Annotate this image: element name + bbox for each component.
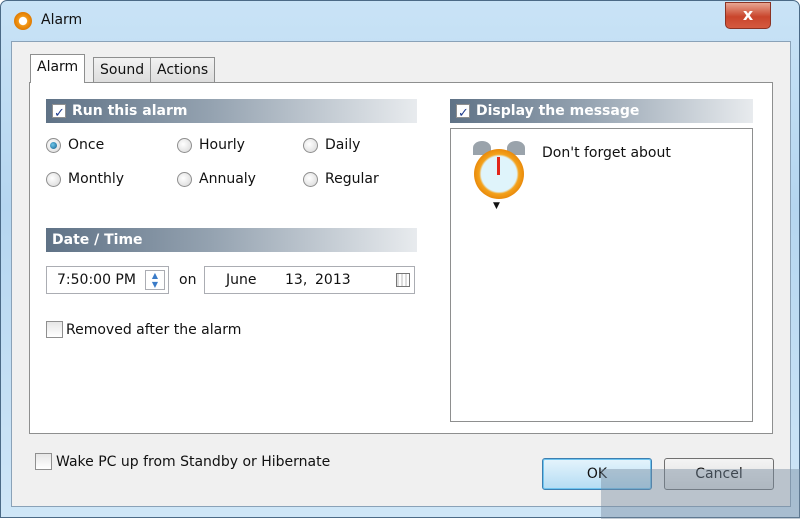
display-message-label: Display the message [476, 103, 640, 119]
time-input[interactable]: 7:50:00 PM ▲ ▼ [46, 266, 169, 294]
removed-label: Removed after the alarm [66, 321, 242, 338]
icon-dropdown-arrow[interactable]: ▼ [493, 201, 500, 211]
display-message-checkbox[interactable] [456, 102, 470, 126]
datetime-header: Date / Time [46, 228, 417, 252]
wake-pc-checkbox[interactable] [35, 453, 52, 470]
alarm-clock-icon[interactable] [471, 141, 527, 199]
watermark-logo [601, 469, 800, 519]
tab-alarm[interactable]: Alarm [30, 54, 86, 83]
message-box[interactable]: ▼ Don't forget about [450, 128, 753, 422]
run-alarm-label: Run this alarm [72, 103, 188, 119]
radio-indicator [177, 171, 192, 187]
radio-indicator [46, 171, 61, 187]
tab-sound[interactable]: Sound [93, 57, 152, 83]
display-message-header: Display the message [450, 99, 753, 126]
date-year: 2013 [315, 272, 351, 288]
radio-monthly[interactable]: Monthly [46, 171, 124, 187]
radio-label: Hourly [199, 137, 245, 153]
radio-daily[interactable]: Daily [303, 137, 360, 153]
calendar-icon[interactable] [396, 273, 410, 287]
wake-pc-option[interactable]: Wake PC up from Standby or Hibernate [35, 453, 330, 470]
radio-annualy[interactable]: Annualy [177, 171, 256, 187]
tab-actions[interactable]: Actions [150, 57, 216, 83]
removed-after-alarm[interactable]: Removed after the alarm [46, 321, 241, 338]
radio-indicator [303, 137, 318, 153]
radio-label: Once [68, 137, 105, 153]
date-picker[interactable]: June 13, 2013 [204, 266, 415, 294]
radio-label: Annualy [199, 171, 256, 187]
time-spinner[interactable]: ▲ ▼ [145, 270, 165, 290]
alarm-clock-icon [14, 12, 32, 30]
date-month: June [226, 272, 257, 288]
radio-indicator [177, 137, 192, 153]
radio-label: Regular [325, 171, 379, 187]
alarm-window: Alarm x Alarm Sound Actions Run this ala… [0, 0, 800, 519]
run-alarm-header: Run this alarm [46, 99, 417, 126]
run-alarm-checkbox[interactable] [52, 102, 66, 126]
radio-label: Monthly [68, 171, 125, 187]
close-button[interactable]: x [725, 2, 771, 29]
date-day: 13, [285, 272, 308, 288]
radio-hourly[interactable]: Hourly [177, 137, 245, 153]
removed-checkbox[interactable] [46, 321, 63, 338]
window-title: Alarm [41, 12, 83, 28]
radio-label: Daily [325, 137, 361, 153]
radio-indicator [303, 171, 318, 187]
radio-indicator [46, 137, 61, 153]
message-text: Don't forget about [542, 145, 671, 161]
radio-once[interactable]: Once [46, 137, 104, 153]
wake-pc-label: Wake PC up from Standby or Hibernate [56, 453, 331, 470]
radio-regular[interactable]: Regular [303, 171, 379, 187]
time-value: 7:50:00 PM [57, 272, 136, 288]
on-label: on [179, 272, 197, 288]
